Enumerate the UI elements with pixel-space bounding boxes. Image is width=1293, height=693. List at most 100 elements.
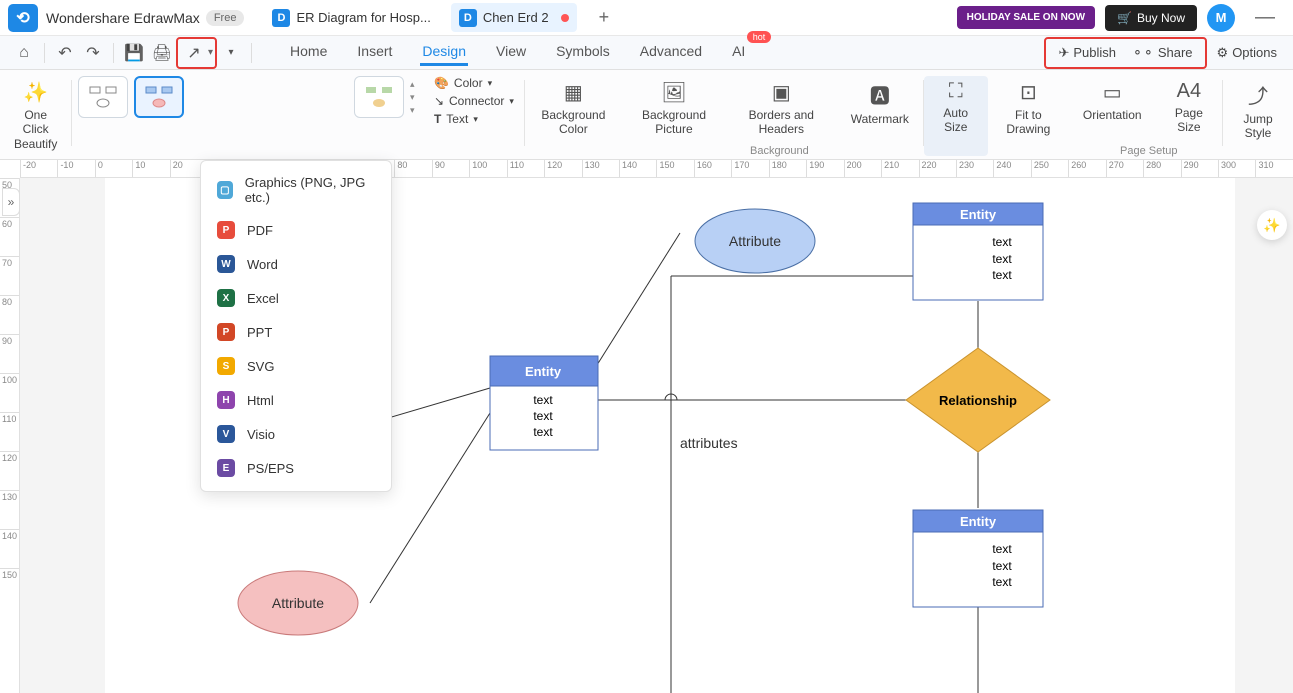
pagesetup-group-label: Page Setup	[1120, 145, 1178, 157]
page-size[interactable]: A4Page Size	[1166, 76, 1213, 139]
export-svg[interactable]: SSVG	[201, 349, 391, 383]
svg-text:text: text	[533, 409, 553, 423]
ai-assistant-button[interactable]: ✨	[1257, 210, 1287, 240]
fit-icon: ⊡	[1020, 80, 1037, 105]
tab-er-hosp[interactable]: D ER Diagram for Hosp...	[264, 3, 438, 32]
template-1[interactable]	[78, 76, 128, 118]
tab-chen-erd[interactable]: D Chen Erd 2	[451, 3, 577, 32]
window-minimize[interactable]: —	[1245, 6, 1285, 29]
save-icon[interactable]: 💾	[120, 39, 148, 67]
tab-add[interactable]: +	[589, 3, 620, 32]
export-graphics-png-jpg-etc-[interactable]: ▢Graphics (PNG, JPG etc.)	[201, 167, 391, 213]
entity-shape[interactable]: Entity text text text	[913, 203, 1043, 300]
undo-icon[interactable]: ↶	[51, 39, 79, 67]
jump-icon: ⤴	[1248, 80, 1268, 109]
buy-now-button[interactable]: 🛒Buy Now	[1105, 5, 1197, 31]
entity-shape[interactable]: Entity text text text	[490, 356, 598, 450]
pagesize-icon: A4	[1177, 80, 1201, 103]
share-icon: ⚬⚬	[1132, 45, 1154, 61]
export-pdf[interactable]: PPDF	[201, 213, 391, 247]
template-3[interactable]	[354, 76, 404, 118]
svg-text:text: text	[533, 425, 553, 439]
svg-text:Entity: Entity	[960, 207, 997, 222]
gear-icon: ⚙	[1217, 45, 1229, 61]
svg-text:Attribute: Attribute	[272, 595, 324, 611]
bgcolor-icon: ▦	[564, 80, 583, 105]
scroll-down[interactable]: ▾	[410, 92, 415, 103]
scroll-up[interactable]: ▴	[410, 79, 415, 90]
menu-insert[interactable]: Insert	[355, 39, 394, 66]
file-type-icon: W	[217, 255, 235, 273]
svg-text:text: text	[992, 235, 1012, 249]
home-icon[interactable]: ⌂	[10, 39, 38, 67]
entity-shape[interactable]: Entity text text text	[913, 510, 1043, 607]
ruler-vertical: 5060708090100110120130140150	[0, 178, 20, 693]
connector-dropdown[interactable]: ↘Connector▾	[434, 94, 514, 108]
text-dropdown[interactable]: TText▾	[434, 112, 514, 126]
sidebar-toggle[interactable]: »	[2, 188, 20, 216]
more-dropdown[interactable]: ▾	[217, 39, 245, 67]
export-word[interactable]: WWord	[201, 247, 391, 281]
export-visio[interactable]: VVisio	[201, 417, 391, 451]
orientation-icon: ▭	[1103, 80, 1122, 105]
file-type-icon: P	[217, 323, 235, 341]
export-ps-eps[interactable]: EPS/EPS	[201, 451, 391, 485]
document-tabs: D ER Diagram for Hosp... D Chen Erd 2 +	[264, 3, 956, 32]
file-type-icon: S	[217, 357, 235, 375]
svg-text:text: text	[992, 252, 1012, 266]
hot-badge: hot	[747, 31, 772, 43]
avatar[interactable]: M	[1207, 4, 1235, 32]
background-picture[interactable]: 🖼Background Picture	[632, 76, 716, 141]
menu-home[interactable]: Home	[288, 39, 329, 66]
svg-text:Entity: Entity	[525, 364, 562, 379]
options-button[interactable]: ⚙Options	[1211, 41, 1283, 65]
borders-headers[interactable]: ▣Borders and Headers	[736, 76, 827, 141]
export-excel[interactable]: XExcel	[201, 281, 391, 315]
doc-icon: D	[459, 9, 477, 27]
one-click-beautify[interactable]: ✨ One Click Beautify	[10, 76, 61, 155]
menu-view[interactable]: View	[494, 39, 528, 66]
svg-text:text: text	[533, 393, 553, 407]
palette-icon: 🎨	[434, 76, 449, 90]
publish-icon: ✈	[1058, 45, 1069, 61]
file-type-icon: P	[217, 221, 235, 239]
scroll-more[interactable]: ▾	[410, 105, 415, 116]
file-type-icon: H	[217, 391, 235, 409]
bg-group-label: Background	[750, 145, 809, 157]
menu-advanced[interactable]: Advanced	[638, 39, 704, 66]
text-icon: T	[434, 112, 441, 126]
svg-text:Attribute: Attribute	[729, 233, 781, 249]
borders-icon: ▣	[772, 80, 791, 105]
file-type-icon: E	[217, 459, 235, 477]
free-badge: Free	[206, 10, 245, 26]
sparkle-icon: ✨	[23, 80, 48, 105]
menu-symbols[interactable]: Symbols	[554, 39, 612, 66]
fit-drawing[interactable]: ⊡Fit to Drawing	[998, 76, 1059, 141]
publish-share-highlight: ✈Publish ⚬⚬Share	[1044, 37, 1206, 69]
print-icon[interactable]: 🖨	[148, 39, 176, 67]
export-html[interactable]: HHtml	[201, 383, 391, 417]
holiday-sale-button[interactable]: HOLIDAY SALE ON NOW	[957, 6, 1095, 29]
publish-button[interactable]: ✈Publish	[1052, 41, 1122, 65]
menu-design[interactable]: Design	[420, 39, 468, 66]
export-ppt[interactable]: PPPT	[201, 315, 391, 349]
auto-size[interactable]: ⛶Auto Size	[934, 76, 978, 139]
background-color[interactable]: ▦Background Color	[535, 76, 612, 141]
orientation[interactable]: ▭Orientation	[1079, 76, 1146, 126]
color-dropdown[interactable]: 🎨Color▾	[434, 76, 514, 90]
share-button[interactable]: ⚬⚬Share	[1126, 41, 1199, 65]
redo-icon[interactable]: ↷	[79, 39, 107, 67]
watermark-icon: 🅰	[870, 80, 890, 109]
menu-ai[interactable]: AIhot	[730, 39, 747, 66]
ribbon: ✨ One Click Beautify ▴ ▾ ▾ 🎨Color▾ ↘Conn…	[0, 70, 1293, 160]
attributes-label: attributes	[680, 435, 738, 451]
template-2-selected[interactable]	[134, 76, 184, 118]
file-type-icon: ▢	[217, 181, 233, 199]
watermark[interactable]: 🅰Watermark	[847, 76, 913, 130]
title-bar: ⟲ Wondershare EdrawMax Free D ER Diagram…	[0, 0, 1293, 36]
export-button-highlighted[interactable]: ↗ ▾	[176, 37, 217, 69]
file-type-icon: V	[217, 425, 235, 443]
svg-text:Entity: Entity	[960, 514, 997, 529]
jump-style[interactable]: ⤴Jump Style	[1233, 76, 1283, 145]
cart-icon: 🛒	[1117, 11, 1132, 25]
